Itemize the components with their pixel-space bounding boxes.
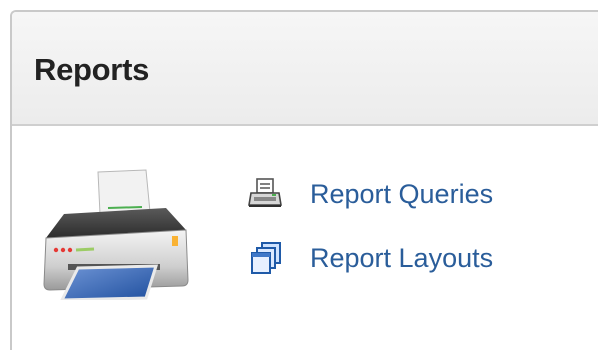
list-item-report-layouts: Report Layouts xyxy=(248,226,493,290)
panel-title: Reports xyxy=(34,52,150,87)
panel-header: Reports xyxy=(12,12,598,126)
report-links: Report Queries Report Layouts xyxy=(248,162,493,290)
print-icon[interactable] xyxy=(248,177,284,211)
layouts-icon[interactable] xyxy=(248,241,284,275)
report-queries-link[interactable]: Report Queries xyxy=(310,179,493,210)
printer-icon xyxy=(38,168,194,305)
report-layouts-link[interactable]: Report Layouts xyxy=(310,243,493,274)
list-item-report-queries: Report Queries xyxy=(248,162,493,226)
